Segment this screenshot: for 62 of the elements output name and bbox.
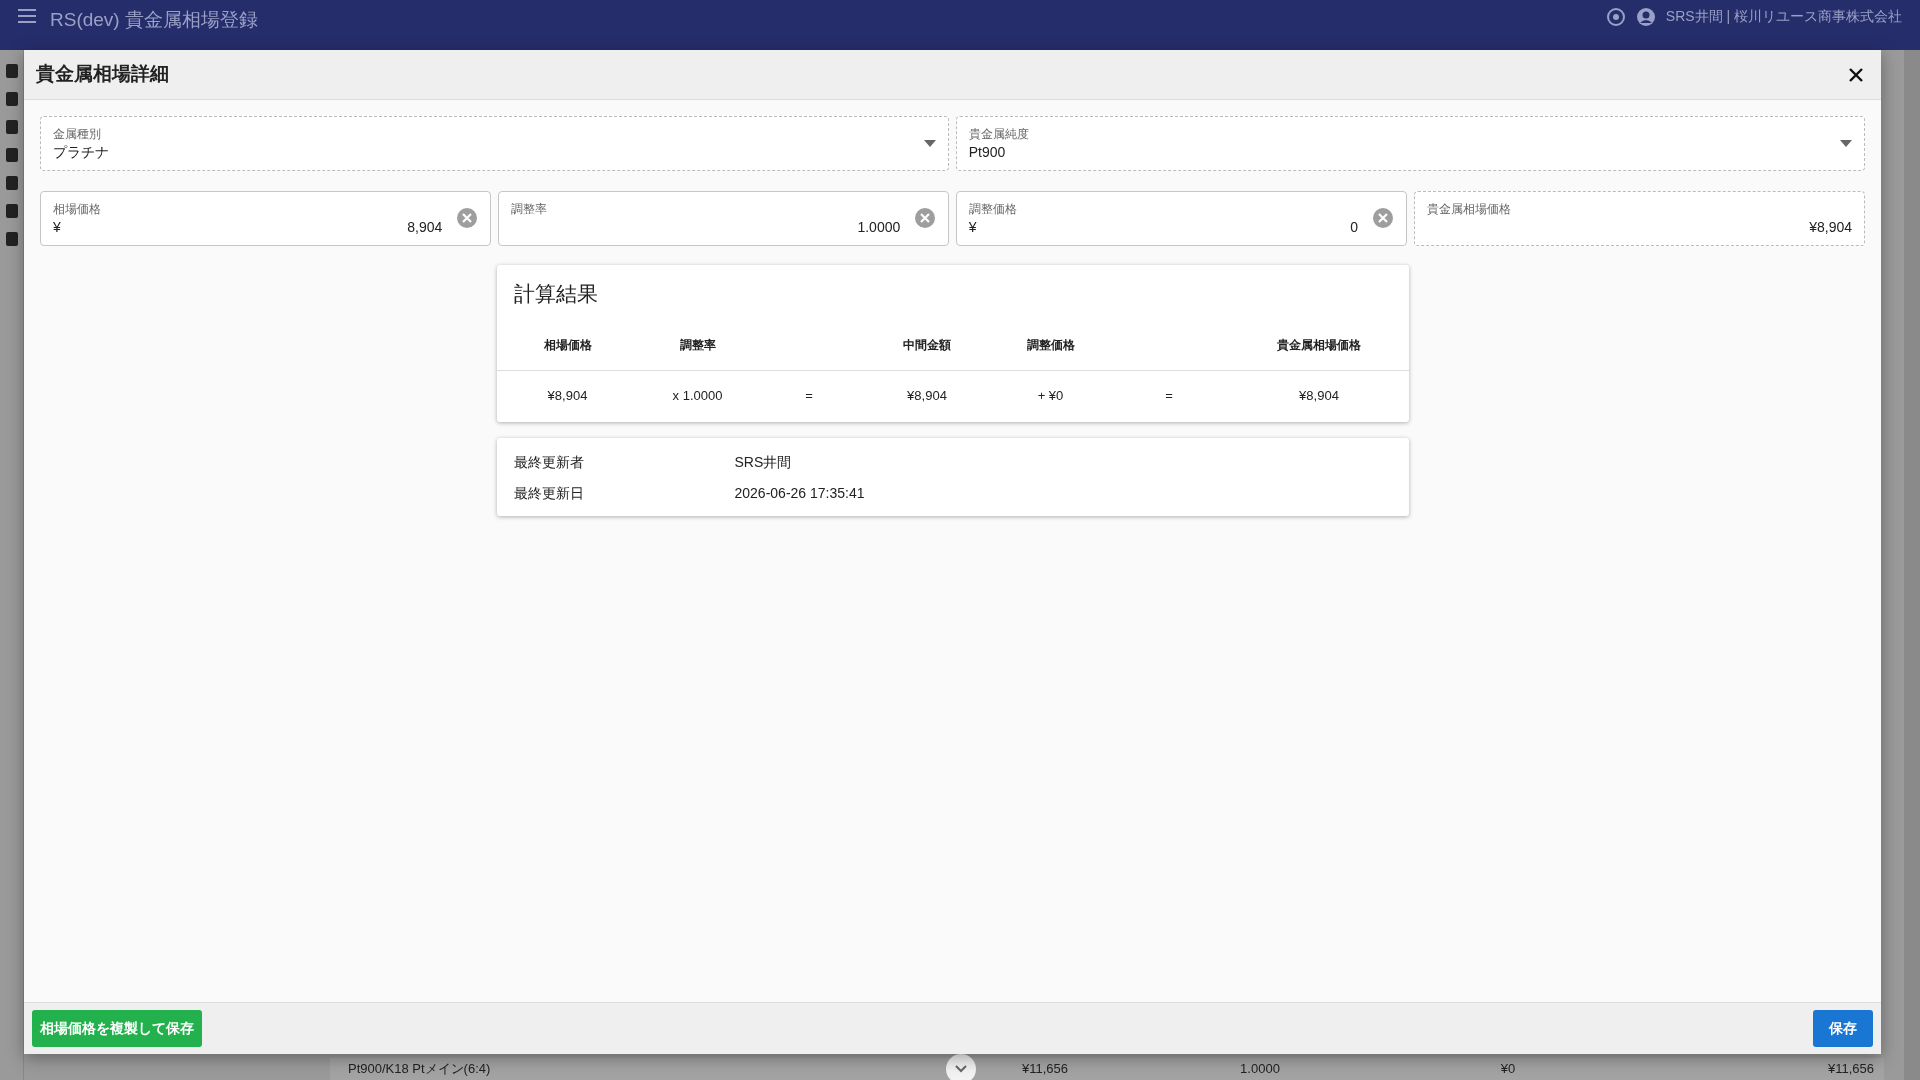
currency-prefix: ¥ [53, 217, 61, 237]
table-cell-text: ¥11,656 [1827, 1060, 1874, 1079]
field-label: 調整価格 [968, 200, 1017, 218]
sidebar-icon[interactable] [6, 232, 18, 246]
sidebar-icon[interactable] [6, 204, 18, 218]
field-label: 相場価格 [53, 200, 101, 218]
info-label: 最終更新日 [513, 483, 584, 503]
user-name: SRS井間 | 桜川リユース商事株式会社 [1665, 7, 1902, 26]
sidebar-icon[interactable] [6, 92, 18, 106]
clear-icon[interactable] [914, 207, 937, 229]
info-label: 最終更新者 [513, 452, 584, 472]
select-field[interactable]: 金属種別 プラチナ [40, 116, 950, 171]
chevron-down-icon [955, 1063, 967, 1075]
table-cell-text: ¥8,904 [546, 387, 589, 406]
currency-prefix: ¥ [968, 217, 977, 237]
field-label: 貴金属純度 [968, 126, 1029, 143]
sidebar-icon[interactable] [6, 148, 18, 162]
info-value: 2026-06-26 17:35:41 [734, 483, 865, 503]
sidebar-icon[interactable] [6, 64, 18, 78]
select-field[interactable]: 貴金属純度 Pt900 [955, 116, 1865, 171]
field-value: プラチナ [53, 143, 109, 162]
table-cell-text: = [1164, 387, 1174, 406]
column-header: 相場価格 [496, 324, 639, 372]
input-field[interactable]: 調整価格 ¥ 0 [955, 190, 1408, 246]
dropdown-caret-icon [924, 139, 937, 148]
field-value: 8,904 [407, 217, 443, 237]
column-header: 貴金属相場価格 [1229, 324, 1409, 372]
table-cell-text: x 1.0000 [671, 387, 724, 406]
table-cell-text: ¥11,656 [1022, 1060, 1068, 1079]
save-button[interactable]: 保存 [1813, 1010, 1873, 1047]
menu-icon[interactable] [18, 6, 36, 24]
field-value: Pt900 [968, 143, 1006, 162]
table-cell-text: ¥8,904 [906, 387, 948, 406]
help-icon[interactable] [1605, 6, 1626, 27]
table-cell-text: ¥8,904 [1298, 387, 1340, 406]
dialog-title: 貴金属相場詳細 [36, 63, 169, 86]
table-cell-text: 1.0000 [1240, 1060, 1280, 1079]
column-header: 調整価格 [992, 324, 1109, 372]
field-label: 貴金属相場価格 [1426, 200, 1511, 218]
clear-icon[interactable] [1372, 207, 1395, 229]
table-cell-text: + ¥0 [1036, 387, 1065, 406]
field-label: 調整率 [510, 200, 547, 218]
sidebar-icon[interactable] [6, 120, 18, 134]
field-value: 0 [1350, 217, 1359, 237]
account-icon[interactable] [1635, 6, 1656, 27]
clear-icon[interactable] [456, 207, 479, 229]
column-header: 調整率 [638, 324, 757, 372]
table-cell-text: = [804, 387, 814, 406]
field-value: 1.0000 [857, 217, 901, 237]
card-title: 計算結果 [512, 281, 599, 307]
scroll-down-button[interactable] [946, 1054, 976, 1080]
table-cell-text: ¥0 [1500, 1060, 1516, 1079]
input-field[interactable]: 調整率 1.0000 [497, 190, 950, 246]
table-cell-text: Pt900/K18 Ptメイン(6:4) [348, 1060, 491, 1079]
info-value: SRS井間 [734, 452, 792, 472]
column-header: 中間金額 [861, 324, 993, 372]
dropdown-caret-icon [1840, 139, 1852, 148]
field-value: ¥8,904 [1809, 217, 1852, 237]
app-title: RS(dev) 貴金属相場登録 [50, 8, 258, 32]
field-label: 金属種別 [53, 126, 101, 143]
sidebar-icon[interactable] [6, 176, 18, 190]
input-field[interactable]: 相場価格 ¥ 8,904 [40, 190, 492, 246]
